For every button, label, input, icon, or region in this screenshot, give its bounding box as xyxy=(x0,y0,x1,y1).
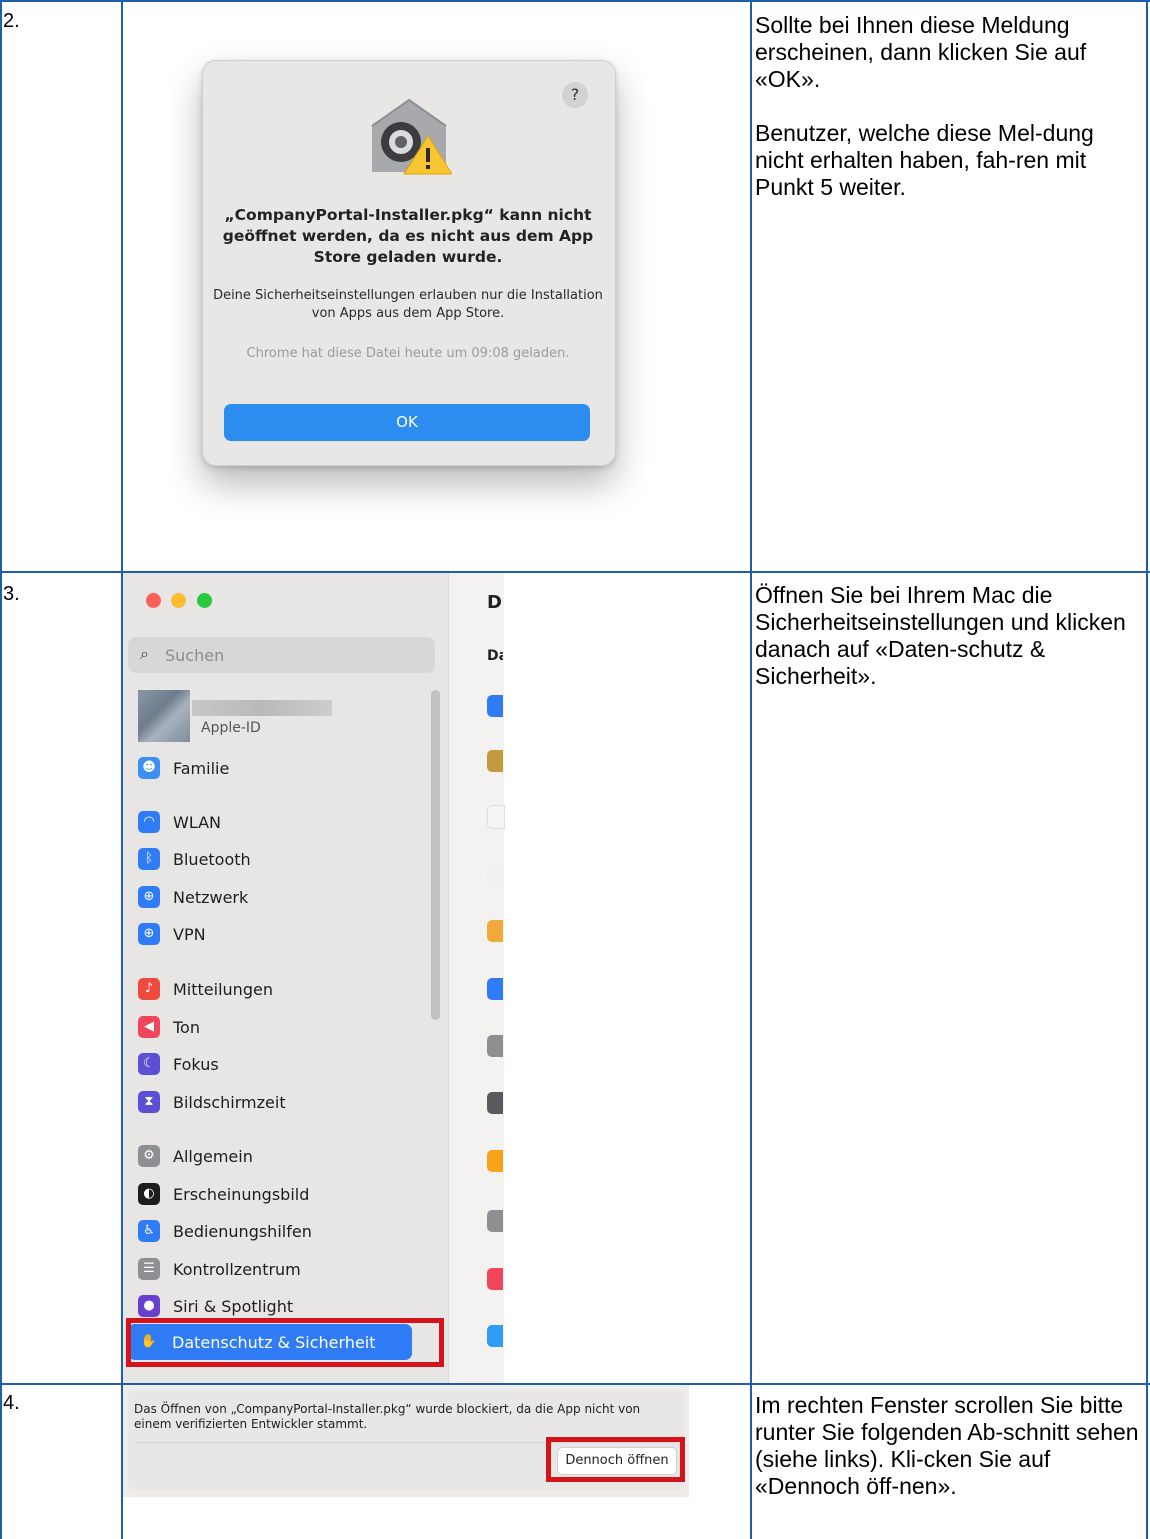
content-pane-icon xyxy=(487,750,503,772)
apple-id-label: Apple-ID xyxy=(201,720,261,736)
zoom-window-button[interactable] xyxy=(197,593,212,608)
content-pane-icon xyxy=(487,920,503,942)
content-pane-title: D xyxy=(487,592,502,613)
content-pane-icon xyxy=(487,1210,503,1232)
dialog-message: Deine Sicherheitseinstellungen erlauben … xyxy=(213,288,603,321)
content-pane-icon xyxy=(487,865,503,887)
sidebar-item-label: Fokus xyxy=(173,1055,219,1074)
step-description: Im rechten Fenster scrollen Sie bitte ru… xyxy=(755,1392,1139,1499)
step-description: Sollte bei Ihnen diese Meldung erscheine… xyxy=(755,12,1094,200)
sidebar-item-label: Ton xyxy=(173,1018,200,1037)
sidebar-item-label: Familie xyxy=(173,759,230,778)
sidebar-item-label: VPN xyxy=(173,925,206,944)
control-center-icon: ☰ xyxy=(138,1258,160,1280)
sidebar-item-label: Bluetooth xyxy=(173,850,251,869)
family-icon: ☻ xyxy=(138,757,160,779)
moon-icon: ☾ xyxy=(138,1053,160,1075)
avatar[interactable] xyxy=(138,690,190,742)
search-placeholder: Suchen xyxy=(165,646,225,665)
blocked-app-message: Das Öffnen von „CompanyPortal-Installer.… xyxy=(134,1402,641,1431)
table-border-right xyxy=(1146,0,1148,1539)
content-pane-icon xyxy=(487,1325,503,1347)
content-pane-subtitle: Da xyxy=(487,648,503,664)
help-button[interactable]: ? xyxy=(562,82,588,108)
sidebar-scrollbar[interactable] xyxy=(431,690,440,1020)
sidebar-item-label: WLAN xyxy=(173,813,222,832)
gear-icon: ⚙ xyxy=(138,1145,160,1167)
vpn-icon: ⊕ xyxy=(138,923,160,945)
step-number: 2. xyxy=(3,10,20,32)
step-number: 3. xyxy=(3,583,20,605)
table-border-left xyxy=(0,0,2,1539)
content-pane-icon xyxy=(487,1268,503,1290)
sidebar-item-label: Siri & Spotlight xyxy=(173,1297,294,1316)
sidebar-item-label: Bildschirmzeit xyxy=(173,1093,286,1112)
bell-icon: ♪ xyxy=(138,978,160,1000)
appearance-icon: ◐ xyxy=(138,1183,160,1205)
content-pane-icon xyxy=(487,978,503,1000)
close-window-button[interactable] xyxy=(146,593,161,608)
content-pane-icon xyxy=(487,1035,503,1057)
sidebar-item-label: Bedienungshilfen xyxy=(173,1222,312,1241)
sidebar-item-label: Mitteilungen xyxy=(173,980,273,999)
hourglass-icon: ⧗ xyxy=(138,1091,160,1113)
minimize-window-button[interactable] xyxy=(171,593,186,608)
table-col-divider xyxy=(750,0,752,1539)
step-description: Öffnen Sie bei Ihrem Mac die Sicherheits… xyxy=(755,582,1126,689)
ok-button[interactable]: OK xyxy=(224,404,590,441)
highlight-box xyxy=(126,1318,444,1367)
content-pane-icon xyxy=(487,695,503,717)
sidebar-item-label: Kontrollzentrum xyxy=(173,1260,301,1279)
dialog-title: „CompanyPortal-Installer.pkg“ kann nicht… xyxy=(222,206,594,266)
search-icon: ⌕ xyxy=(140,644,149,663)
gatekeeper-warning-icon xyxy=(371,98,452,175)
step-number: 4. xyxy=(3,1392,20,1414)
content-pane-icon xyxy=(487,805,505,829)
sidebar-item-label: Netzwerk xyxy=(173,888,249,907)
highlight-box xyxy=(546,1437,685,1482)
globe-icon: ⊕ xyxy=(138,886,160,908)
siri-icon: ● xyxy=(138,1295,160,1317)
sidebar-item-label: Allgemein xyxy=(173,1147,253,1166)
table-border-top xyxy=(0,0,1150,2)
speaker-icon: ◀ xyxy=(138,1016,160,1038)
accessibility-icon: ♿ xyxy=(138,1220,160,1242)
settings-search-input[interactable]: ⌕ Suchen xyxy=(128,637,435,673)
sidebar-item-label: Erscheinungsbild xyxy=(173,1185,310,1204)
content-pane-icon xyxy=(487,1092,503,1114)
content-pane-icon xyxy=(487,1150,503,1172)
wifi-icon: ◠ xyxy=(138,811,160,833)
bluetooth-icon: ᛒ xyxy=(138,848,160,870)
account-name-redacted xyxy=(192,700,332,716)
dialog-download-note: Chrome hat diese Datei heute um 09:08 ge… xyxy=(246,346,570,361)
